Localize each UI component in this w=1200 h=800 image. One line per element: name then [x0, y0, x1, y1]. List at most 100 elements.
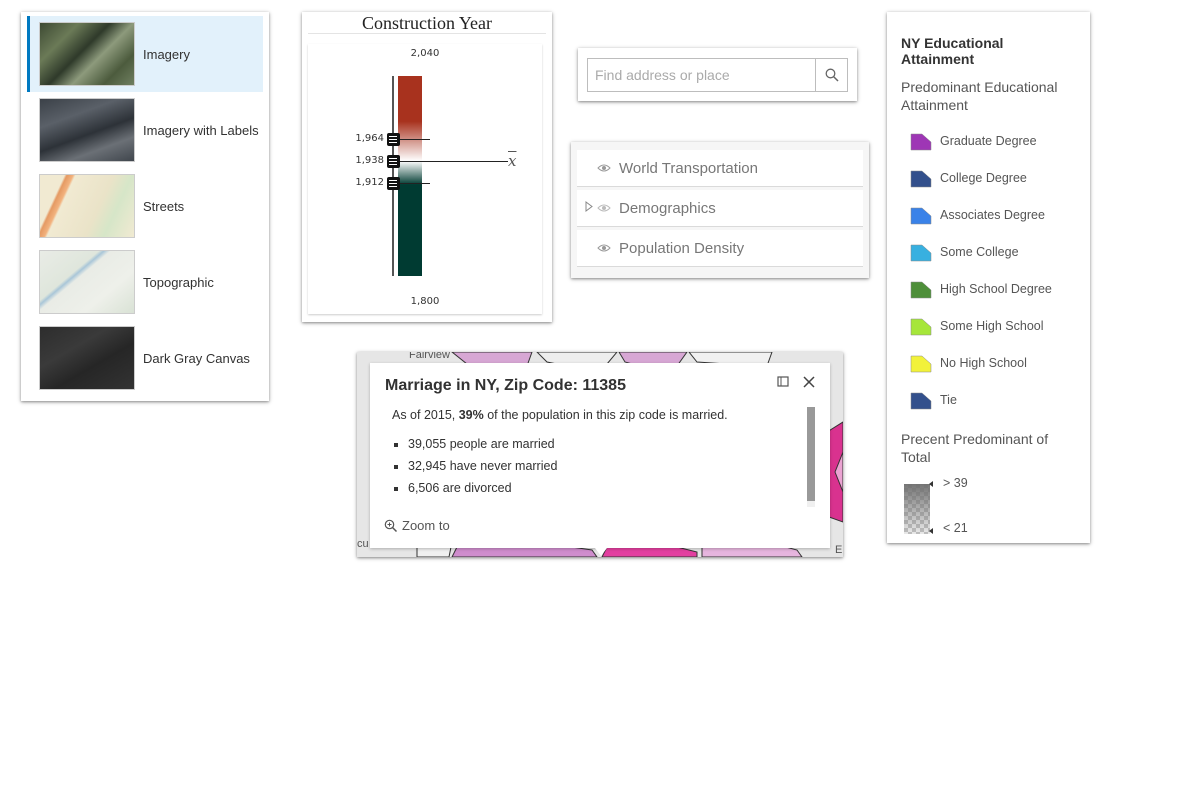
legend-title: NY Educational Attainment: [901, 35, 1004, 67]
imagery-labels-thumbnail: [39, 98, 135, 162]
popup: Marriage in NY, Zip Code: 11385 As of 20…: [370, 363, 830, 548]
legend-symbol-icon: [910, 244, 932, 261]
popup-title: Marriage in NY, Zip Code: 11385: [385, 377, 626, 394]
legend-symbol-icon: [910, 318, 932, 335]
list-item: 32,945 have never married: [408, 459, 792, 481]
basemap-label: Imagery: [143, 46, 190, 62]
layer-name: Demographics: [619, 199, 716, 217]
intro-prefix: As of 2015,: [392, 408, 459, 422]
layer-item-demographics[interactable]: Demographics: [577, 190, 863, 227]
percent-low-label: < 21: [943, 521, 968, 535]
expand-caret-icon[interactable]: [585, 201, 597, 215]
basemap-label: Imagery with Labels: [143, 122, 259, 138]
streets-thumbnail: [39, 174, 135, 238]
intro-suffix: of the population in this zip code is ma…: [483, 408, 728, 422]
search-widget: [578, 48, 857, 101]
popup-content: As of 2015, 39% of the population in thi…: [392, 408, 792, 503]
ramp-tick-low: [929, 528, 933, 534]
legend-symbol-icon: [910, 281, 932, 298]
legend-item-label: Graduate Degree: [940, 133, 1037, 148]
slider-min-label: 1,800: [410, 296, 440, 307]
legend-symbol-icon: [910, 133, 932, 150]
maximize-icon: [777, 376, 789, 387]
map-place-label: Fairview: [409, 352, 450, 361]
eye-icon[interactable]: [597, 203, 617, 213]
search-icon: [825, 68, 839, 82]
eye-icon[interactable]: [597, 243, 617, 253]
slider-max-label: 2,040: [410, 48, 440, 59]
slider-thumb-handle[interactable]: [387, 133, 400, 147]
slider-thumb-handle[interactable]: [387, 155, 400, 168]
zoom-in-icon: [384, 519, 398, 532]
legend-percent-title: Precent Predominant of Total: [901, 431, 1049, 465]
legend-item: High School Degree: [901, 270, 1076, 307]
slider-thumb-value: 1,938: [355, 155, 384, 166]
legend-item-label: Associates Degree: [940, 207, 1045, 222]
slider-thumb-handle[interactable]: [387, 176, 400, 190]
slider-thumb-line: [400, 139, 430, 141]
list-item: 39,055 people are married: [408, 437, 792, 459]
percent-high-label: > 39: [943, 476, 968, 490]
legend-item: Associates Degree: [901, 196, 1076, 233]
search-input[interactable]: [588, 59, 815, 91]
search-button[interactable]: [815, 59, 847, 91]
scrollbar-thumb[interactable]: [807, 407, 815, 501]
basemap-item-dark-gray-canvas[interactable]: Dark Gray Canvas: [27, 320, 263, 396]
map-edge-label: cu: [357, 538, 369, 550]
basemap-gallery: Imagery Imagery with Labels Streets Topo…: [21, 12, 269, 401]
construction-year-slider-panel: Construction Year 2,040 1,964 1,938 1,91…: [302, 12, 552, 322]
legend-item-label: Some College: [940, 244, 1019, 259]
legend-item: Some High School: [901, 307, 1076, 344]
basemap-item-streets[interactable]: Streets: [27, 168, 263, 244]
average-x-bar-icon: x: [508, 152, 517, 170]
basemap-item-imagery-with-labels[interactable]: Imagery with Labels: [27, 92, 263, 168]
legend-item: No High School: [901, 344, 1076, 381]
layer-name: Population Density: [619, 239, 745, 257]
popup-pointer: [595, 548, 607, 556]
slider-thumb-line: [400, 182, 430, 184]
legend-symbol-icon: [910, 207, 932, 224]
legend-symbol-icon: [910, 355, 932, 372]
color-ramp: [398, 76, 422, 276]
popup-scrollbar[interactable]: [807, 407, 815, 507]
legend-items: Graduate Degree College Degree Associates …: [901, 122, 1076, 418]
slider-thumb-value: 1,912: [355, 176, 384, 188]
slider-average-line: [400, 161, 508, 162]
zoom-to-label: Zoom to: [402, 518, 450, 533]
basemap-label: Streets: [143, 198, 185, 214]
legend-item: College Degree: [901, 159, 1076, 196]
map-edge-label: E: [835, 544, 843, 556]
intro-percentage: 39%: [458, 408, 484, 422]
imagery-thumbnail: [39, 22, 135, 86]
color-slider: 2,040 1,964 1,938 1,912 x 1,800: [308, 44, 542, 314]
maximize-button[interactable]: [774, 373, 792, 391]
legend-opacity-ramp: > 39 < 21: [901, 476, 1076, 536]
basemap-label: Topographic: [143, 274, 214, 290]
zoom-to-button[interactable]: Zoom to: [384, 518, 450, 533]
layer-item-population-density[interactable]: Population Density: [577, 230, 863, 267]
legend-item-label: College Degree: [940, 170, 1027, 185]
popup-intro: As of 2015, 39% of the population in thi…: [392, 408, 792, 422]
basemap-item-topographic[interactable]: Topographic: [27, 244, 263, 320]
legend-item: Some College: [901, 233, 1076, 270]
close-icon: [803, 376, 815, 388]
basemap-label: Dark Gray Canvas: [143, 350, 250, 366]
slider-title: Construction Year: [308, 12, 546, 34]
legend-item-label: No High School: [940, 355, 1027, 370]
list-item: 6,506 are divorced: [408, 481, 792, 503]
ramp-tick-high: [929, 481, 933, 487]
legend-item-label: Some High School: [940, 318, 1044, 333]
legend-item: Graduate Degree: [901, 122, 1076, 159]
legend-symbol-icon: [910, 392, 932, 409]
opacity-ramp-swatch: [904, 484, 930, 534]
eye-icon[interactable]: [597, 163, 617, 173]
legend-item-label: High School Degree: [940, 281, 1052, 296]
layer-name: World Transportation: [619, 159, 758, 177]
legend-item: Tie: [901, 381, 1076, 418]
topographic-thumbnail: [39, 250, 135, 314]
slider-thumb-value: 1,964: [355, 133, 384, 145]
layer-item-world-transportation[interactable]: World Transportation: [577, 150, 863, 187]
legend-symbol-icon: [910, 170, 932, 187]
close-button[interactable]: [800, 373, 818, 391]
basemap-item-imagery[interactable]: Imagery: [27, 16, 263, 92]
